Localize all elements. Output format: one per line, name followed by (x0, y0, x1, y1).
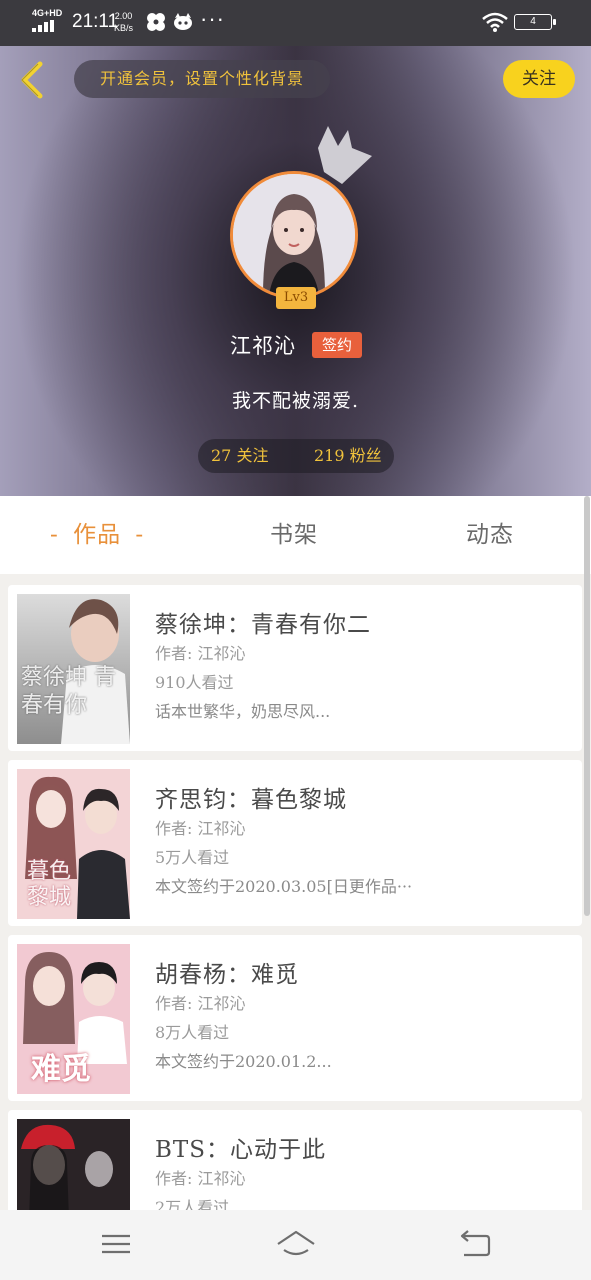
book-cover-title: 暮色 黎城 (27, 859, 72, 910)
back-nav-button[interactable] (458, 1228, 492, 1264)
fan-icon (146, 12, 166, 37)
return-icon (460, 1230, 491, 1257)
book-read-count: 5万人看过 (155, 848, 230, 867)
book-cover: 暮色 黎城 (17, 769, 130, 919)
tab-bookshelf[interactable]: 书架 (270, 496, 318, 574)
following-count[interactable]: 27 关注 (211, 439, 268, 473)
book-description: 本文签约于2020.01.2... (155, 1052, 332, 1071)
book-description: 本文签约于2020.03.05[日更作品··· (155, 877, 413, 896)
home-icon (277, 1230, 315, 1256)
signed-author-badge: 签约 (312, 332, 362, 358)
signal-icon (32, 20, 60, 32)
system-nav-bar (0, 1210, 591, 1280)
avatar[interactable] (230, 171, 358, 299)
level-badge: Lv3 (276, 287, 316, 309)
tab-works[interactable]: - 作品 - (50, 496, 144, 574)
list-item[interactable]: BTS：心动于此 作者: 江祁沁 2万人看过 (8, 1110, 582, 1210)
chevron-left-icon (21, 61, 43, 99)
home-button[interactable] (276, 1228, 316, 1264)
tab-activity[interactable]: 动态 (466, 496, 514, 574)
menu-button[interactable] (100, 1228, 132, 1264)
book-author: 作者: 江祁沁 (155, 994, 246, 1013)
user-nickname: 江祁沁 (230, 334, 296, 358)
follow-stats: 27 关注 219 粉丝 (198, 439, 394, 473)
speed-unit: KB/s (114, 23, 134, 33)
wifi-icon (482, 12, 508, 37)
book-title: BTS：心动于此 (155, 1137, 326, 1163)
book-description: 话本世繁华，奶思尽风... (155, 702, 331, 721)
book-cover-title: 蔡徐坤 青春有你 (21, 665, 116, 718)
status-bar: 4G+HD 21:11 2.00 KB/s ··· 4 (0, 0, 591, 46)
list-item[interactable]: 暮色 黎城 齐思钧：暮色黎城 作者: 江祁沁 5万人看过 本文签约于2020.0… (8, 760, 582, 926)
back-button[interactable] (14, 60, 50, 100)
tab-decor-right: - (135, 522, 145, 548)
book-read-count: 910人看过 (155, 673, 234, 692)
fans-count[interactable]: 219 粉丝 (314, 439, 382, 473)
book-title: 胡春杨：难觅 (155, 962, 299, 988)
list-item[interactable]: 难觅 胡春杨：难觅 作者: 江祁沁 8万人看过 本文签约于2020.01.2..… (8, 935, 582, 1101)
book-cover: 难觅 (17, 944, 130, 1094)
speed-value: 2.00 (114, 11, 133, 21)
network-type: 4G+HD (32, 8, 63, 18)
network-speed: 2.00 KB/s (114, 10, 133, 34)
clock: 21:11 (72, 11, 119, 32)
more-notifications-icon: ··· (200, 6, 225, 31)
book-author: 作者: 江祁沁 (155, 644, 246, 663)
book-author: 作者: 江祁沁 (155, 1169, 246, 1188)
menu-icon (102, 1234, 130, 1254)
book-cover-title: 难觅 (31, 1052, 91, 1087)
book-cover (17, 1119, 130, 1210)
book-author: 作者: 江祁沁 (155, 819, 246, 838)
book-cover: 蔡徐坤 青春有你 (17, 594, 130, 744)
profile-tabs: - 作品 - 书架 动态 (0, 496, 591, 574)
battery-icon: 4 (514, 14, 556, 30)
book-read-count: 2万人看过 (155, 1198, 230, 1210)
cat-icon (173, 12, 193, 37)
works-list: 蔡徐坤 青春有你 蔡徐坤：青春有你二 作者: 江祁沁 910人看过 话本世繁华，… (0, 574, 591, 1210)
list-item[interactable]: 蔡徐坤 青春有你 蔡徐坤：青春有你二 作者: 江祁沁 910人看过 话本世繁华，… (8, 585, 582, 751)
tab-decor-left: - (50, 522, 59, 548)
book-title: 齐思钧：暮色黎城 (155, 787, 347, 813)
profile-header: 开通会员，设置个性化背景 关注 Lv3 江祁沁 签约 我不配被溺爱. 27 关注… (0, 46, 591, 496)
tab-label: 作品 (73, 522, 122, 548)
user-bio: 我不配被溺爱. (231, 390, 360, 412)
vip-background-prompt[interactable]: 开通会员，设置个性化背景 (74, 60, 330, 98)
book-title: 蔡徐坤：青春有你二 (155, 612, 371, 638)
follow-button[interactable]: 关注 (503, 60, 575, 98)
scrollbar[interactable] (584, 496, 590, 916)
book-read-count: 8万人看过 (155, 1023, 230, 1042)
